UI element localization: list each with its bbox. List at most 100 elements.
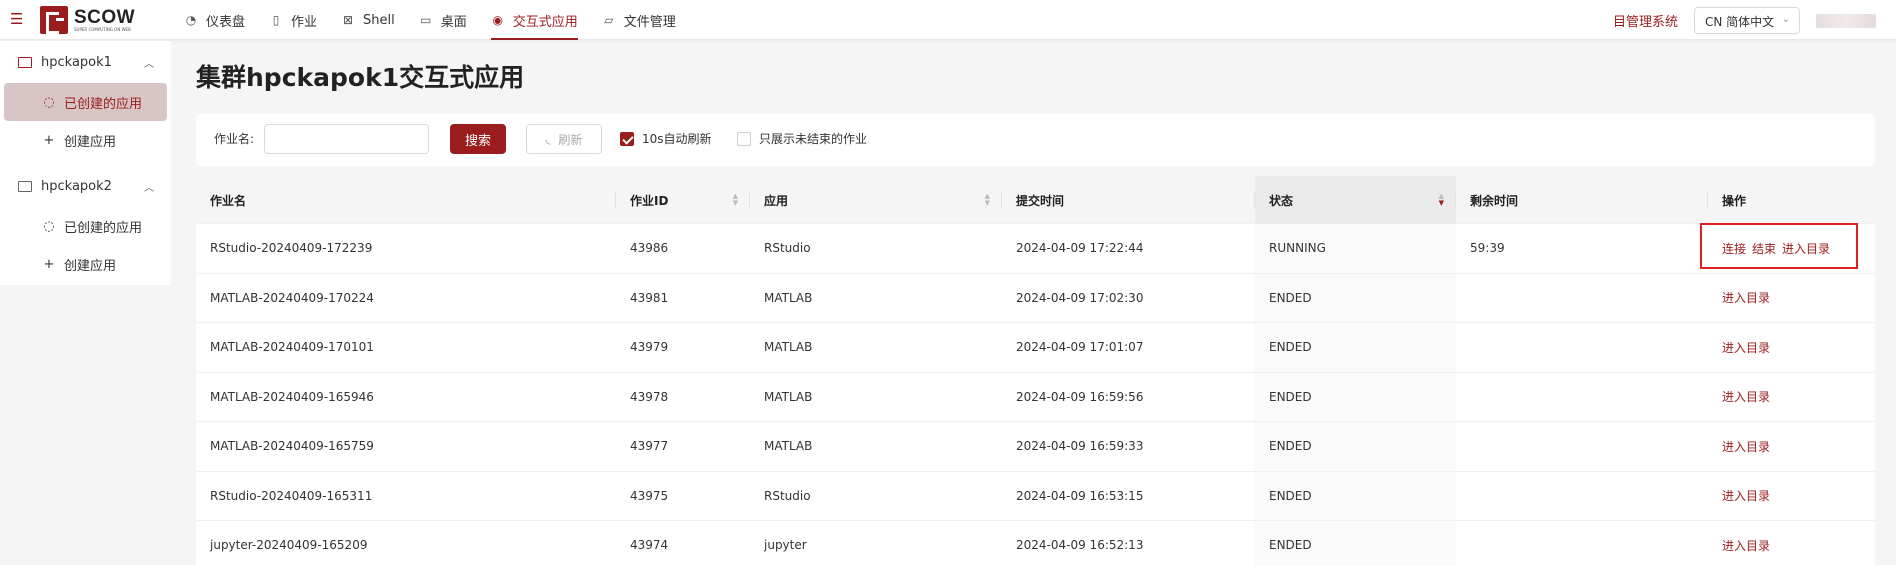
refresh-button[interactable]: ◟ 刷新 (526, 124, 602, 154)
file-icon: ▯ (272, 13, 280, 27)
cell-remaining-time: 59:39 (1470, 241, 1505, 256)
nav-interactive-apps[interactable]: ◉ 交互式应用 (479, 0, 590, 40)
cell-remaining-time (1456, 323, 1708, 372)
sort-icon[interactable]: ▲ ▼ (985, 193, 990, 207)
cell-status: ENDED (1255, 273, 1456, 322)
open-directory-link[interactable]: 进入目录 (1722, 537, 1770, 554)
auto-refresh-label: 10s自动刷新 (642, 132, 712, 146)
cell-submit-time: 2024-04-09 17:02:30 (1016, 290, 1144, 305)
column-header-status[interactable]: 状态 ▲ ▼ (1255, 176, 1456, 224)
cell-submit-time: 2024-04-09 17:22:44 (1016, 241, 1144, 256)
sidebar: hpckapok1 ︿ ◌ 已创建的应用 + 创建应用 hpckapok2 ︿ … (0, 41, 171, 285)
cell-job-id: 43979 (630, 340, 669, 355)
table-header: 作业名 作业ID ▲ ▼ 应用 ▲ ▼ 提交时间 状态 ▲ ▼ 剩余时间 操作 (196, 176, 1875, 224)
cell-status: RUNNING (1255, 224, 1456, 273)
menu-toggle-icon[interactable]: ☰ (10, 12, 26, 27)
sidebar-item-create-app[interactable]: + 创建应用 (0, 121, 171, 159)
open-directory-link[interactable]: 进入目录 (1722, 388, 1770, 405)
cell-job-name: MATLAB-20240409-170224 (210, 290, 374, 305)
page-title: 集群hpckapok1交互式应用 (196, 63, 525, 92)
loading-icon: ◌ (43, 94, 55, 110)
sort-icon[interactable]: ▲ ▼ (1439, 193, 1444, 207)
nav-label: 仪表盘 (206, 14, 246, 30)
open-directory-link[interactable]: 进入目录 (1722, 438, 1770, 455)
open-directory-link[interactable]: 进入目录 (1722, 289, 1770, 306)
nav-label: 作业 (291, 14, 318, 30)
table-row: MATLAB-20240409-170101 43979 MATLAB 2024… (196, 323, 1875, 373)
column-header-job-id[interactable]: 作业ID ▲ ▼ (616, 176, 750, 224)
cell-status: ENDED (1255, 422, 1456, 471)
cell-status: ENDED (1255, 521, 1456, 565)
nav-shell[interactable]: ⊠ Shell (329, 0, 407, 40)
loading-icon: ◟ (545, 132, 551, 146)
nav-label: 桌面 (440, 14, 467, 30)
sort-icon[interactable]: ▲ ▼ (733, 193, 738, 207)
sidebar-group-hpckapok1[interactable]: hpckapok1 ︿ (0, 41, 171, 83)
cell-job-name: MATLAB-20240409-170101 (210, 340, 374, 355)
cell-actions: 进入目录 (1708, 422, 1875, 471)
open-directory-link[interactable]: 进入目录 (1722, 339, 1770, 356)
nav-dashboard[interactable]: ◔ 仪表盘 (172, 0, 257, 40)
only-running-checkbox[interactable]: 只展示未结束的作业 (737, 130, 867, 147)
sidebar-item-created-apps[interactable]: ◌ 已创建的应用 (4, 83, 167, 121)
column-header-remaining-time: 剩余时间 (1456, 176, 1708, 224)
cell-submit-time: 2024-04-09 16:52:13 (1016, 538, 1144, 553)
cell-job-id: 43975 (630, 488, 669, 503)
cell-status: ENDED (1255, 471, 1456, 520)
cell-remaining-time (1456, 521, 1708, 565)
auto-refresh-checkbox[interactable]: 10s自动刷新 (620, 130, 712, 147)
dashboard-icon: ◔ (185, 13, 197, 27)
sidebar-item-label: 创建应用 (64, 258, 117, 274)
nav-label: 交互式应用 (512, 14, 578, 30)
sidebar-item-created-apps[interactable]: ◌ 已创建的应用 (0, 207, 171, 245)
cell-app: MATLAB (764, 439, 813, 454)
cell-app: MATLAB (764, 389, 813, 404)
cell-submit-time: 2024-04-09 16:53:15 (1016, 488, 1144, 503)
language-label: CN 简体中文 (1705, 15, 1775, 29)
nav-label: 文件管理 (623, 14, 676, 30)
user-menu[interactable] (1816, 14, 1876, 28)
jobs-table: 作业名 作业ID ▲ ▼ 应用 ▲ ▼ 提交时间 状态 ▲ ▼ 剩余时间 操作 RSt… (196, 176, 1875, 565)
loading-icon: ◌ (43, 218, 55, 234)
sidebar-item-label: 已创建的应用 (64, 220, 143, 236)
folder-icon: ▱ (604, 13, 614, 27)
column-header-submit-time: 提交时间 (1002, 176, 1255, 224)
search-button[interactable]: 搜索 (450, 124, 506, 154)
cell-app: MATLAB (764, 290, 813, 305)
job-name-label: 作业名: (214, 132, 255, 146)
plus-icon: + (43, 132, 55, 148)
sidebar-group-label: hpckapok1 (41, 54, 112, 70)
chevron-up-icon: ︿ (144, 183, 154, 194)
nav-desktop[interactable]: ▭ 桌面 (407, 0, 479, 40)
plus-icon: + (43, 256, 55, 272)
sidebar-group-hpckapok2[interactable]: hpckapok2 ︿ (0, 165, 171, 207)
sidebar-item-create-app[interactable]: + 创建应用 (0, 245, 171, 283)
nav-jobs[interactable]: ▯ 作业 (257, 0, 329, 40)
only-running-label: 只展示未结束的作业 (759, 132, 868, 146)
logo-icon (40, 6, 68, 34)
cell-remaining-time (1456, 472, 1708, 521)
cell-job-name: jupyter-20240409-165209 (210, 538, 368, 553)
cell-job-name: RStudio-20240409-165311 (210, 488, 373, 503)
cell-app: jupyter (764, 538, 807, 553)
column-header-job-name: 作业名 (196, 176, 616, 224)
open-directory-link[interactable]: 进入目录 (1722, 487, 1770, 504)
logo-subtitle: SUPER COMPUTING ON WEB (74, 26, 131, 32)
cell-actions: 进入目录 (1708, 373, 1875, 422)
cell-remaining-time (1456, 373, 1708, 422)
nav-file-manager[interactable]: ▱ 文件管理 (590, 0, 688, 40)
cell-submit-time: 2024-04-09 16:59:33 (1016, 439, 1144, 454)
sidebar-item-label: 创建应用 (64, 134, 117, 150)
cell-status: ENDED (1255, 323, 1456, 372)
table-row: jupyter-20240409-165209 43974 jupyter 20… (196, 521, 1875, 565)
management-system-link[interactable]: 目管理系统 (1613, 11, 1678, 30)
cell-app: RStudio (764, 241, 811, 256)
logo[interactable]: SCOW SUPER COMPUTING ON WEB (40, 5, 135, 35)
job-name-input[interactable] (264, 124, 429, 154)
cell-submit-time: 2024-04-09 17:01:07 (1016, 340, 1144, 355)
top-bar: ☰ SCOW SUPER COMPUTING ON WEB ◔ 仪表盘 ▯ 作业… (0, 0, 1896, 40)
eye-icon: ◉ (492, 13, 503, 27)
language-select[interactable]: CN 简体中文 ⌄ (1694, 7, 1800, 34)
column-header-app[interactable]: 应用 ▲ ▼ (750, 176, 1002, 224)
cell-submit-time: 2024-04-09 16:59:56 (1016, 389, 1144, 404)
